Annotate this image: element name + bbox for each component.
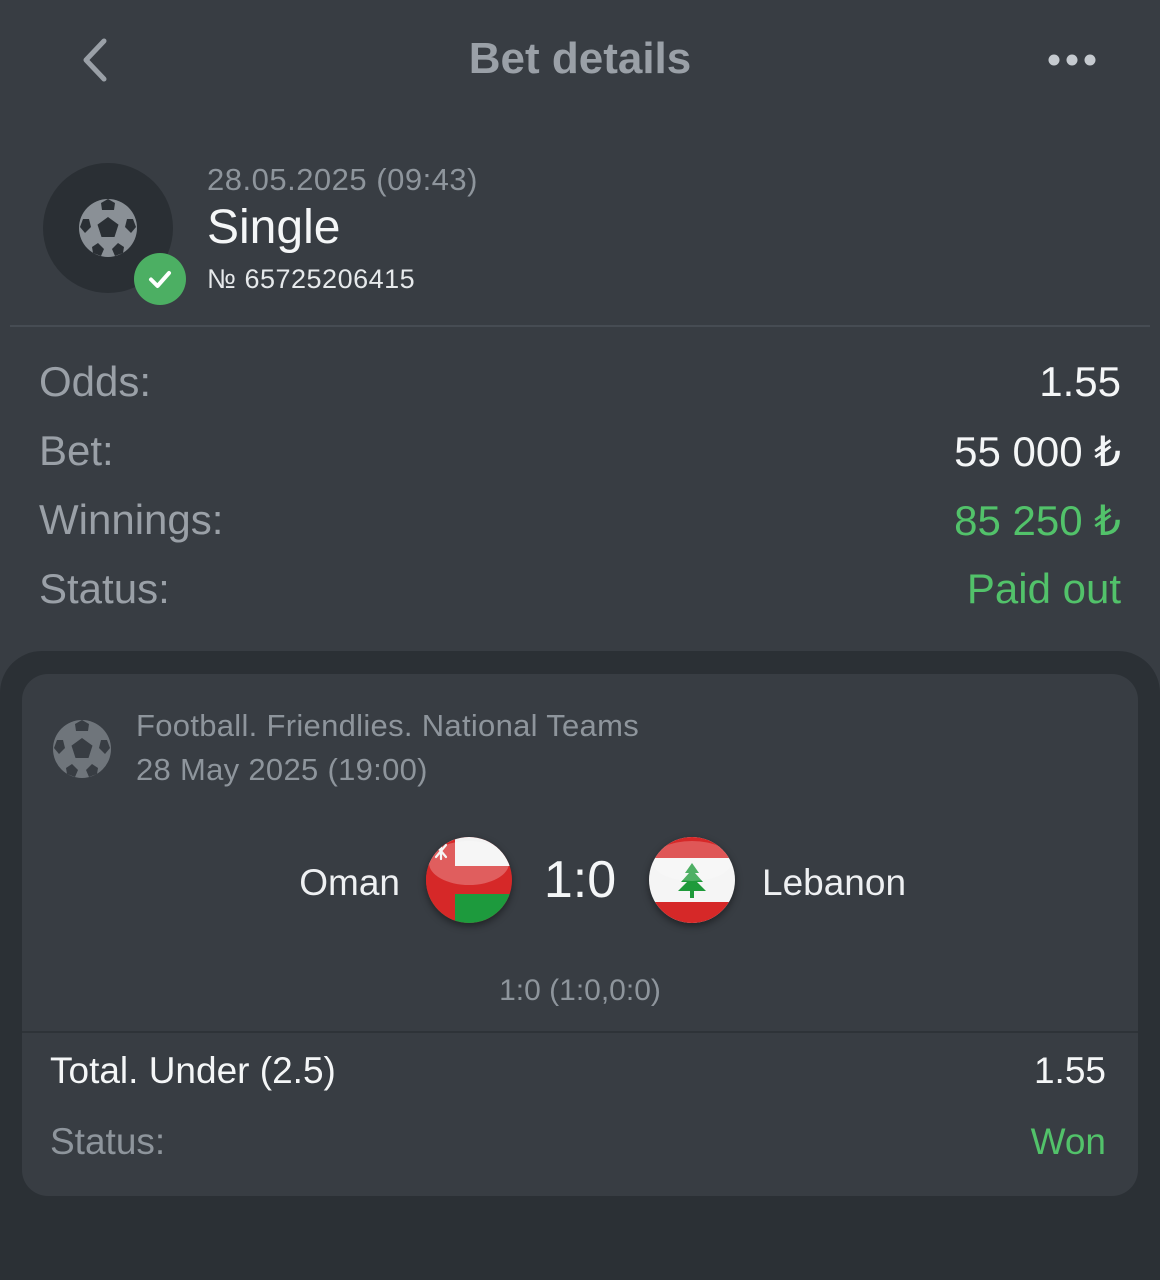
bet-value: 55 000 ₺ [954,428,1121,475]
more-options-button[interactable] [1040,40,1106,80]
bet-info: Odds: 1.55 Bet: 55 000 ₺ Winnings: 85 25… [39,346,1121,622]
check-icon [149,271,171,288]
home-team-name: Oman [299,862,400,903]
divider [10,325,1150,327]
market-name: Total. Under (2.5) [50,1050,336,1091]
status-value: Paid out [966,565,1121,612]
status-badge [134,253,186,305]
winnings-label: Winnings: [39,496,224,543]
page-title: Bet details [468,34,692,83]
lebanon-flag-icon [649,837,735,923]
bet-date: 28.05.2025 (09:43) [207,162,478,197]
odds-value: 1.55 [1039,358,1121,405]
period-score: 1:0 (1:0,0:0) [499,974,661,1007]
header: Bet details [0,0,1160,120]
status-label: Status: [39,565,170,612]
status-row: Status: Paid out [39,553,1121,622]
odds-label: Odds: [39,358,152,405]
football-icon [79,199,137,257]
bet-label: Bet: [39,427,114,474]
bet-number: № 65725206415 [207,264,416,294]
oman-flag-icon [426,837,512,923]
winnings-row: Winnings: 85 250 ₺ [39,484,1121,553]
selection-status-label: Status: [50,1121,166,1162]
selection-status: Won [1030,1121,1106,1162]
bet-row: Bet: 55 000 ₺ [39,415,1121,484]
match-score: 1:0 [543,851,617,909]
away-team-name: Lebanon [762,862,907,903]
odds-row: Odds: 1.55 [39,346,1121,415]
event-league: Football. Friendlies. National Teams [136,708,640,743]
football-icon [53,720,111,778]
event-card[interactable]: Football. Friendlies. National Teams 28 … [22,674,1138,1196]
more-horizontal-icon [1048,54,1096,66]
selection-odds: 1.55 [1033,1050,1106,1091]
bet-type: Single [207,201,341,254]
card-divider [22,1031,1138,1033]
event-date: 28 May 2025 (19:00) [136,752,428,787]
bottom-sheet: Football. Friendlies. National Teams 28 … [0,651,1160,1280]
bet-summary: 28.05.2025 (09:43) Single № 65725206415 [0,150,1160,320]
winnings-value: 85 250 ₺ [954,497,1121,544]
